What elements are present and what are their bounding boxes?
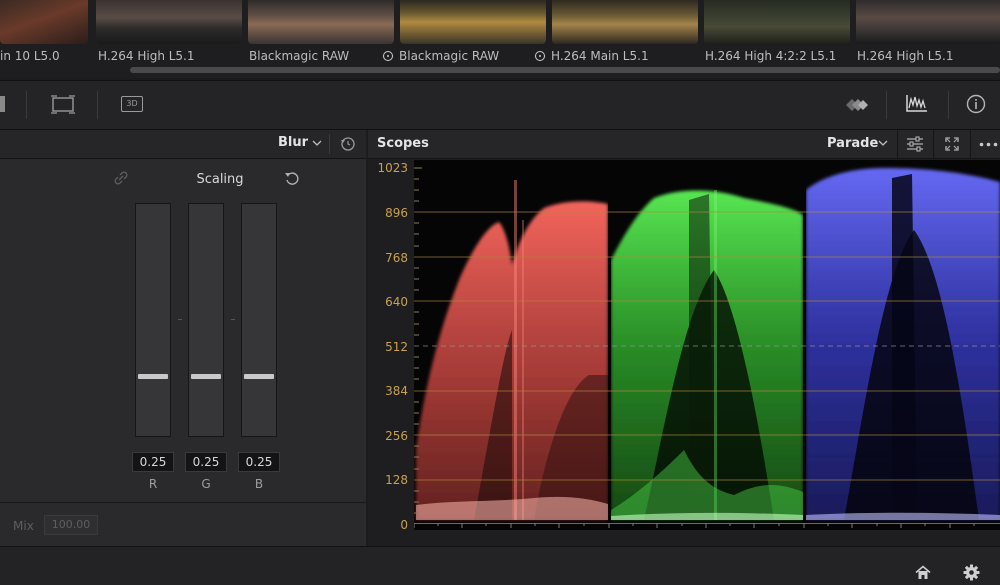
clip-thumbnail-6[interactable] — [704, 0, 850, 44]
scopes-toggle-icon[interactable] — [905, 93, 929, 115]
clip-thumbnail-4[interactable] — [400, 0, 546, 44]
mix-label: Mix — [13, 519, 34, 533]
chevron-down-icon[interactable] — [878, 140, 888, 147]
blue-channel-trace — [806, 168, 1000, 520]
y-tick-label: 256 — [385, 429, 408, 443]
scope-mode-dropdown[interactable]: Parade — [827, 136, 878, 151]
mix-input[interactable]: 100.00 — [44, 515, 98, 535]
slider-g[interactable] — [188, 203, 224, 437]
channel-label-g: G — [201, 477, 211, 491]
thumbnail-scrollbar[interactable] — [130, 67, 1000, 73]
braw-icon — [383, 51, 393, 61]
link-icon[interactable] — [114, 171, 128, 185]
y-tick-label: 128 — [385, 473, 408, 487]
scopes-title: Scopes — [377, 136, 429, 151]
scopes-header: Scopes Parade — [368, 130, 1000, 159]
clip-thumbnail-2[interactable] — [96, 0, 242, 44]
3d-icon[interactable]: 3D — [121, 96, 143, 112]
scope-settings-icon[interactable] — [906, 136, 924, 152]
blur-panel: Blur Scaling 0.25 0.25 0.25 R G B Mix 10… — [0, 130, 366, 546]
braw-icon — [535, 51, 545, 61]
value-r-input[interactable]: 0.25 — [132, 452, 174, 472]
bottom-bar — [0, 546, 1000, 585]
y-tick-label: 640 — [385, 295, 408, 309]
y-tick-label: 768 — [385, 251, 408, 265]
clip-label-5: H.264 Main L5.1 — [535, 49, 649, 63]
reset-scaling-icon[interactable] — [284, 171, 300, 187]
channel-label-r: R — [148, 477, 158, 491]
y-tick-label: 512 — [385, 340, 408, 354]
y-tick-label: 384 — [385, 384, 408, 398]
partial-tool-icon[interactable] — [0, 96, 5, 112]
slider-r-handle[interactable] — [138, 374, 168, 379]
clip-thumbnail-1[interactable] — [0, 0, 88, 44]
y-tick-label: 0 — [400, 518, 408, 532]
toolbar: 3D — [0, 80, 1000, 130]
y-tick-label: 1023 — [377, 161, 408, 175]
scaling-title: Scaling — [196, 172, 244, 187]
x-axis-ticks — [414, 523, 1000, 528]
slider-b[interactable] — [241, 203, 277, 437]
scopes-panel: Scopes Parade 1023 896 768 640 512 384 2… — [368, 130, 1000, 546]
channel-label-b: B — [254, 477, 264, 491]
transform-icon[interactable] — [50, 93, 76, 115]
info-icon[interactable] — [966, 94, 986, 114]
slider-r[interactable] — [135, 203, 171, 437]
slider-b-handle[interactable] — [244, 374, 274, 379]
clip-thumbnail-5[interactable] — [552, 0, 698, 44]
value-b-input[interactable]: 0.25 — [238, 452, 280, 472]
green-channel-trace — [611, 190, 803, 520]
home-icon[interactable] — [915, 565, 931, 580]
clip-label-1: in 10 L5.0 — [0, 49, 60, 63]
clip-label-6: H.264 High 4:2:2 L5.1 — [705, 49, 837, 63]
blur-mode-dropdown[interactable]: Blur — [278, 135, 308, 150]
expand-icon[interactable] — [945, 137, 959, 151]
reset-panel-icon[interactable] — [340, 136, 356, 152]
clip-label-2: H.264 High L5.1 — [98, 49, 195, 63]
gear-icon[interactable] — [963, 564, 980, 581]
value-g-input[interactable]: 0.25 — [185, 452, 227, 472]
y-axis-ticks — [414, 167, 422, 514]
keyframes-icon[interactable] — [844, 95, 870, 115]
clip-label-7: H.264 High L5.1 — [857, 49, 954, 63]
y-tick-label: 896 — [385, 206, 408, 220]
clip-label-4: Blackmagic RAW — [383, 49, 499, 63]
blur-panel-header: Blur — [0, 130, 366, 159]
slider-g-handle[interactable] — [191, 374, 221, 379]
more-options-icon[interactable] — [979, 142, 999, 147]
clip-label-3: Blackmagic RAW — [249, 49, 350, 63]
clip-thumbnail-3[interactable] — [248, 0, 394, 44]
parade-waveform — [414, 160, 1000, 530]
clip-thumbnail-7[interactable] — [856, 0, 1000, 44]
chevron-down-icon[interactable] — [312, 140, 322, 147]
